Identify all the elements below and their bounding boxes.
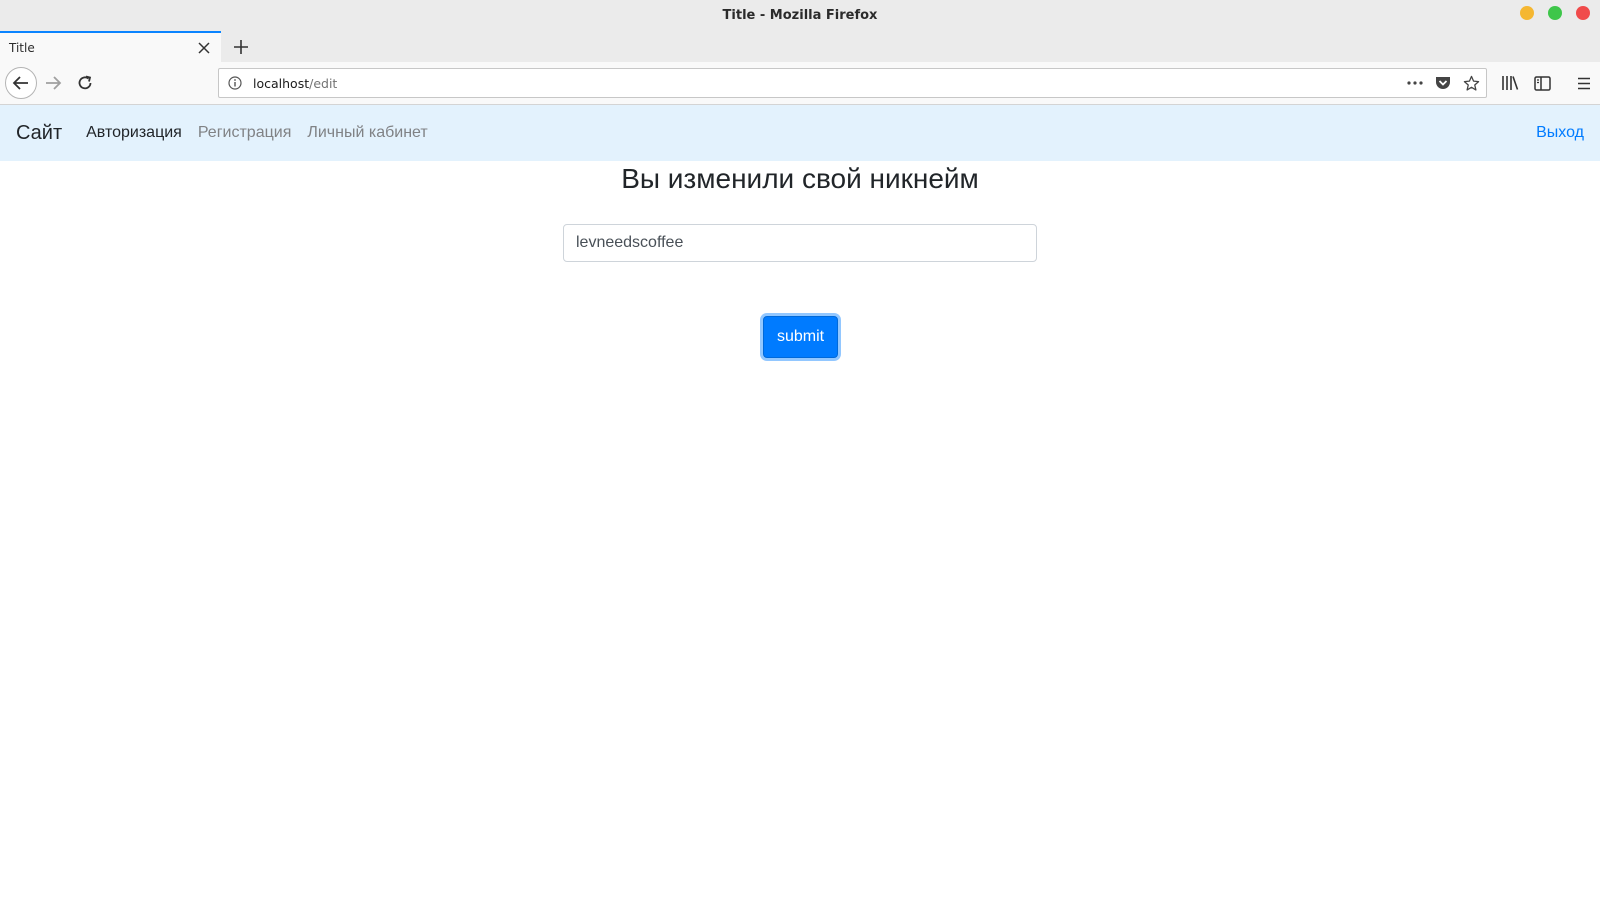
- plus-icon[interactable]: [228, 34, 254, 60]
- submit-button[interactable]: submit: [763, 316, 838, 358]
- star-icon[interactable]: [1462, 74, 1480, 92]
- maximize-button[interactable]: [1548, 6, 1562, 20]
- site-brand[interactable]: Сайт: [16, 122, 62, 145]
- address-bar[interactable]: localhost/edit: [218, 68, 1487, 98]
- window-titlebar: Title - Mozilla Firefox: [0, 0, 1600, 31]
- window-controls: [1520, 6, 1590, 20]
- navbar-right: Выход: [1536, 105, 1584, 161]
- tab-title[interactable]: Title: [0, 31, 221, 62]
- nav-link-account[interactable]: Личный кабинет: [307, 124, 427, 142]
- library-icon[interactable]: [1494, 67, 1526, 99]
- tab-strip: Title: [0, 31, 1600, 62]
- toolbar-right: [1494, 67, 1600, 99]
- info-icon[interactable]: [227, 75, 243, 91]
- url-host: localhost: [253, 75, 310, 91]
- hamburger-menu-icon[interactable]: [1568, 67, 1600, 99]
- sidebar-icon[interactable]: [1526, 67, 1558, 99]
- site-navbar: Сайт Авторизация Регистрация Личный каби…: [0, 105, 1600, 161]
- logout-link[interactable]: Выход: [1536, 124, 1584, 142]
- reload-icon[interactable]: [69, 67, 101, 99]
- more-icon[interactable]: [1406, 74, 1424, 92]
- nickname-input[interactable]: [563, 224, 1037, 262]
- toolbar-spacer: [1558, 67, 1568, 99]
- window-title: Title - Mozilla Firefox: [722, 8, 878, 23]
- back-arrow-icon[interactable]: [5, 67, 37, 99]
- forward-arrow-icon[interactable]: [37, 67, 69, 99]
- url-path: /edit: [309, 75, 338, 91]
- close-window-button[interactable]: [1576, 6, 1590, 20]
- url-text[interactable]: localhost/edit: [253, 76, 337, 91]
- nav-link-register[interactable]: Регистрация: [198, 124, 292, 142]
- close-icon[interactable]: [194, 38, 214, 58]
- page-title: Вы изменили свой никнейм: [621, 163, 979, 194]
- pocket-icon[interactable]: [1434, 74, 1452, 92]
- navigation-toolbar: localhost/edit: [0, 62, 1600, 105]
- nav-link-login[interactable]: Авторизация: [86, 124, 182, 142]
- tab-label: Title: [9, 40, 35, 55]
- url-actions: [1406, 69, 1480, 97]
- minimize-button[interactable]: [1520, 6, 1534, 20]
